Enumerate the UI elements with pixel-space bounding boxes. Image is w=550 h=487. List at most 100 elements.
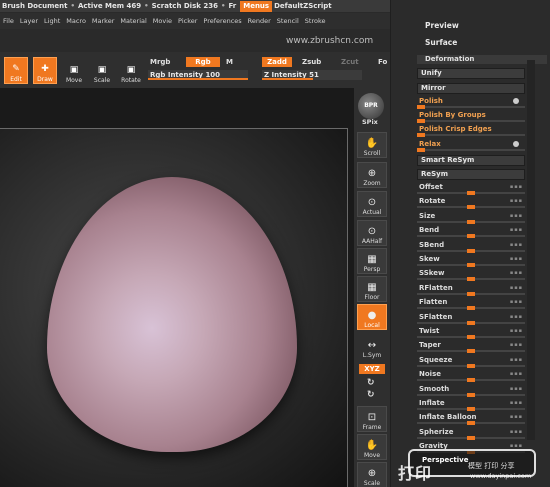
deform-slider-size[interactable]: Size ▪▪▪	[417, 211, 525, 224]
rgb-intensity-fill	[148, 78, 248, 80]
slider-knob[interactable]	[467, 421, 475, 426]
scroll-button[interactable]: ✋ Scroll	[357, 132, 387, 158]
local-button[interactable]: ● Local	[357, 304, 387, 330]
rotate-z-icon[interactable]: ↻	[367, 390, 375, 400]
scale-icon: ⊕	[367, 468, 377, 479]
slider-knob[interactable]	[467, 363, 475, 368]
menu-macro[interactable]: Macro	[63, 17, 89, 25]
mrgb-button[interactable]: Mrgb	[150, 58, 170, 66]
palette-scrollbar[interactable]	[527, 60, 535, 440]
slider-knob[interactable]	[467, 219, 475, 224]
deform-slider-inflate[interactable]: Inflate ▪▪▪	[417, 398, 525, 411]
surface-header[interactable]: Surface	[391, 35, 550, 51]
frame-button[interactable]: ⊡ Frame	[357, 406, 387, 432]
persp-button[interactable]: ▦ Persp	[357, 248, 387, 274]
relax-slider[interactable]: Relax	[417, 139, 525, 152]
slider-knob[interactable]	[467, 277, 475, 282]
menu-marker[interactable]: Marker	[89, 17, 117, 25]
menu-picker[interactable]: Picker	[175, 17, 200, 25]
egg-mesh[interactable]	[47, 177, 297, 452]
deform-slider-spherize[interactable]: Spherize ▪▪▪	[417, 427, 525, 440]
menu-layer[interactable]: Layer	[17, 17, 41, 25]
move-button[interactable]: ▣ Move	[62, 57, 86, 84]
zcut-button[interactable]: Zcut	[341, 58, 359, 66]
menu-movie[interactable]: Movie	[150, 17, 175, 25]
menus-button[interactable]: Menus	[240, 0, 273, 12]
preview-header[interactable]: Preview	[391, 18, 550, 34]
polish-by-groups-slider[interactable]: Polish By Groups	[417, 110, 525, 123]
deform-slider-offset[interactable]: Offset ▪▪▪	[417, 182, 525, 195]
deform-slider-twist[interactable]: Twist ▪▪▪	[417, 326, 525, 339]
deform-slider-sbend[interactable]: SBend ▪▪▪	[417, 240, 525, 253]
deform-slider-taper[interactable]: Taper ▪▪▪	[417, 340, 525, 354]
actual-icon: ⊙	[367, 197, 377, 208]
z-intensity-slider[interactable]: Z Intensity 51	[262, 70, 362, 80]
resym-button[interactable]: ReSym	[417, 169, 525, 180]
polish-slider[interactable]: Polish	[417, 96, 525, 109]
mirror-button[interactable]: Mirror	[417, 83, 525, 94]
menu-stencil[interactable]: Stencil	[274, 17, 302, 25]
slider-knob[interactable]	[467, 349, 475, 354]
slider-knob[interactable]	[467, 263, 475, 267]
deform-slider-rflatten[interactable]: RFlatten ▪▪▪	[417, 283, 525, 296]
deform-slider-squeeze[interactable]: Squeeze ▪▪▪	[417, 355, 525, 368]
menu-stroke[interactable]: Stroke	[302, 17, 329, 25]
menu-material[interactable]: Material	[117, 17, 149, 25]
scale-button[interactable]: ▣ Scale	[90, 57, 114, 84]
xyz-button[interactable]: XYZ	[359, 364, 385, 374]
rgb-button[interactable]: Rgb	[186, 57, 220, 67]
document-canvas[interactable]	[0, 128, 348, 487]
deform-slider-flatten[interactable]: Flatten ▪▪▪	[417, 297, 525, 311]
aahalf-button[interactable]: ⊙ AAHalf	[357, 220, 387, 246]
rgb-intensity-slider[interactable]: Rgb Intensity 100	[148, 70, 248, 80]
m-button[interactable]: M	[226, 58, 233, 66]
slider-knob[interactable]	[467, 407, 475, 411]
slider-knob[interactable]	[467, 234, 475, 239]
slider-knob[interactable]	[467, 335, 475, 339]
right-tool-column: BPR SPix ✋ Scroll ⊕ Zoom ⊙ Actual ⊙ AAHalf ▦…	[354, 88, 390, 487]
floor-button[interactable]: ▦ Floor	[357, 276, 387, 302]
bpr-button[interactable]: BPR	[358, 93, 384, 119]
deform-slider-skew[interactable]: Skew ▪▪▪	[417, 254, 525, 267]
slider-knob[interactable]	[467, 306, 475, 311]
slider-knob[interactable]	[467, 392, 475, 397]
rotate-y-icon[interactable]: ↻	[367, 378, 375, 388]
draw-button[interactable]: ✚ Draw	[33, 57, 57, 84]
deform-slider-sskew[interactable]: SSkew ▪▪▪	[417, 268, 525, 282]
relax-radio[interactable]	[513, 141, 519, 147]
polish-radio[interactable]	[513, 98, 519, 104]
edit-button[interactable]: ✎ Edit	[4, 57, 28, 84]
slider-knob[interactable]	[467, 320, 475, 325]
spix-label[interactable]: SPix	[362, 118, 378, 126]
slider-knob[interactable]	[467, 291, 475, 296]
slider-knob[interactable]	[467, 191, 475, 195]
slider-knob[interactable]	[467, 248, 475, 253]
lsym-button[interactable]: ↔ L.Sym	[357, 334, 387, 360]
deform-slider-bend[interactable]: Bend ▪▪▪	[417, 225, 525, 239]
rotate-button[interactable]: ▣ Rotate	[119, 57, 143, 84]
slider-knob[interactable]	[467, 378, 475, 383]
menu-file[interactable]: File	[0, 17, 17, 25]
deform-slider-rotate[interactable]: Rotate ▪▪▪	[417, 196, 525, 210]
deform-slider-smooth[interactable]: Smooth ▪▪▪	[417, 384, 525, 397]
deform-slider-noise[interactable]: Noise ▪▪▪	[417, 369, 525, 383]
menu-light[interactable]: Light	[41, 17, 63, 25]
slider-knob[interactable]	[467, 205, 475, 210]
zoom-button[interactable]: ⊕ Zoom	[357, 162, 387, 188]
zsub-button[interactable]: Zsub	[302, 58, 321, 66]
slider-knob[interactable]	[467, 435, 475, 440]
document-title: Brush Document	[2, 2, 68, 10]
move-view-button[interactable]: ✋ Move	[357, 434, 387, 460]
menu-render[interactable]: Render	[245, 17, 274, 25]
default-zscript-button[interactable]: DefaultZScript	[272, 2, 334, 10]
polish-crisp-edges-slider[interactable]: Polish Crisp Edges	[417, 124, 525, 137]
actual-button[interactable]: ⊙ Actual	[357, 191, 387, 217]
unify-button[interactable]: Unify	[417, 68, 525, 79]
smart-resym-button[interactable]: Smart ReSym	[417, 155, 525, 166]
zadd-button[interactable]: Zadd	[262, 57, 292, 67]
menu-preferences[interactable]: Preferences	[200, 17, 244, 25]
scale-view-button[interactable]: ⊕ Scale	[357, 462, 387, 487]
deform-slider-inflate-balloon[interactable]: Inflate Balloon ▪▪▪	[417, 412, 525, 426]
deform-slider-sflatten[interactable]: SFlatten ▪▪▪	[417, 312, 525, 325]
move-icon: ▣	[69, 65, 79, 75]
